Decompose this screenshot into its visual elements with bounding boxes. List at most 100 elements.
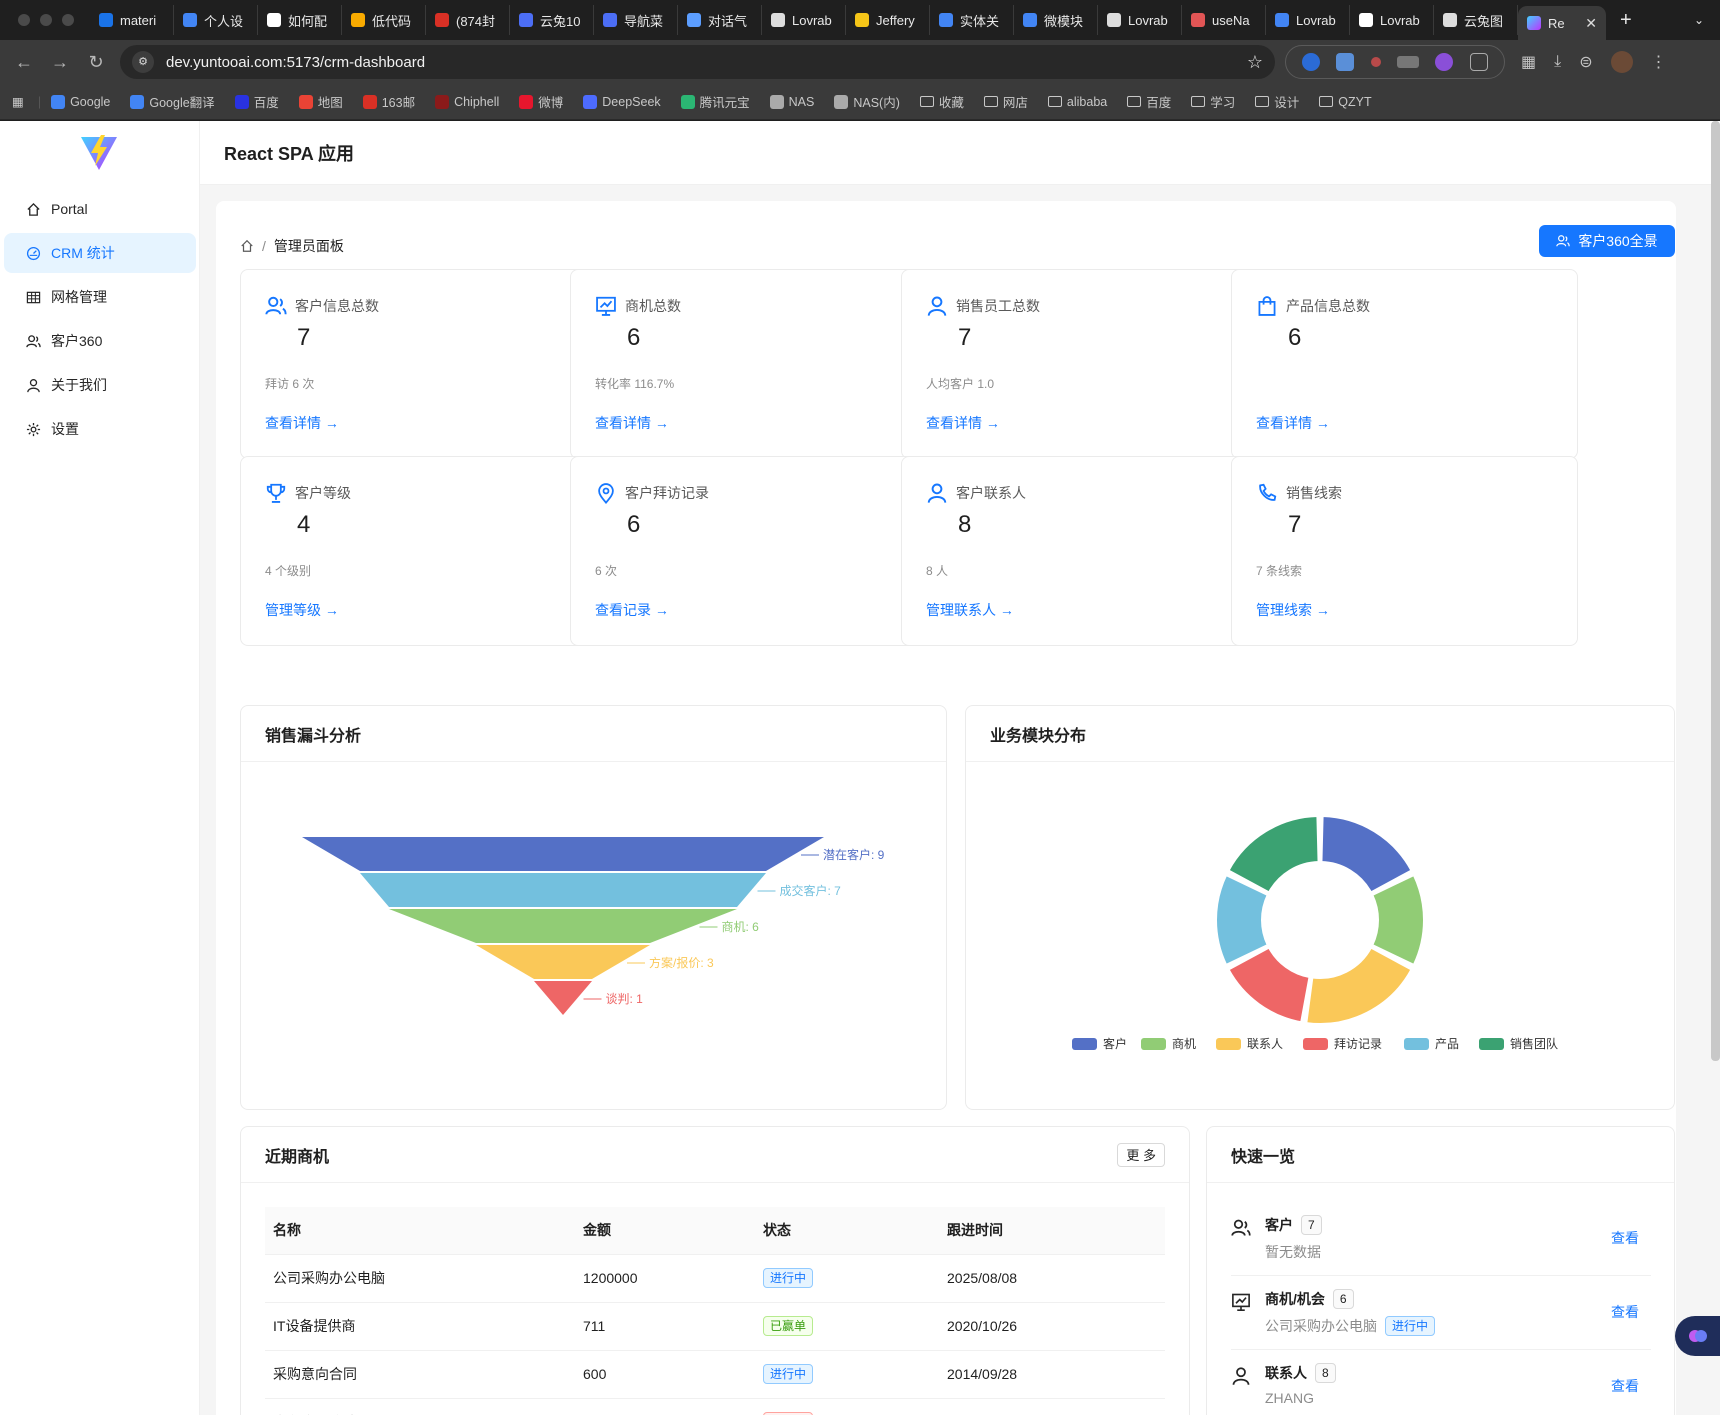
funnel-segment[interactable] (476, 945, 650, 979)
bookmark-folder[interactable]: 网店 (983, 92, 1028, 111)
profile-avatar[interactable] (1610, 51, 1633, 73)
browser-tab[interactable]: 导航菜 (594, 5, 678, 35)
bookmark-item[interactable]: 地图 (298, 92, 343, 111)
bookmark-item[interactable]: Chiphell (435, 94, 499, 109)
sidebar-item-5[interactable]: 设置 (4, 409, 196, 449)
funnel-segment[interactable] (389, 909, 737, 943)
reload-icon[interactable]: ↻ (78, 52, 114, 73)
page-scrollbar[interactable] (1711, 121, 1720, 1061)
forward-arrow-icon[interactable]: → (42, 52, 78, 73)
legend-item[interactable]: 销售团队 (1479, 1036, 1558, 1051)
table-row[interactable]: 公司采购办公电脑 1200000 进行中 2025/08/08 (265, 1254, 1165, 1303)
tab-close-icon[interactable]: ✕ (1585, 15, 1597, 32)
new-tab-button[interactable]: + (1606, 9, 1646, 32)
bookmark-item[interactable]: 163邮 (362, 92, 415, 111)
funnel-segment[interactable] (302, 837, 824, 871)
download-icon[interactable]: ⤓ (1554, 53, 1561, 71)
extensions-puzzle-icon[interactable] (1469, 53, 1488, 71)
bookmark-item[interactable]: DeepSeek (583, 94, 661, 109)
table-row[interactable]: IT设备提供商 711 已赢单 2020/10/26 (265, 1302, 1165, 1351)
site-settings-icon[interactable]: ⚙ (132, 51, 154, 73)
more-button[interactable]: 更 多 (1117, 1142, 1165, 1167)
browser-tab[interactable]: Lovrab (1098, 5, 1182, 35)
stat-detail-link[interactable]: 管理等级 → (265, 600, 339, 620)
quick-item-view-link[interactable]: 查看 (1611, 1302, 1639, 1322)
sidebar-item-3[interactable]: 客户360 (4, 321, 196, 361)
browser-tab[interactable]: Lovrab (1266, 5, 1350, 35)
tab-search-icon[interactable]: ⌄ (1694, 13, 1720, 27)
donut-slice[interactable] (1320, 815, 1413, 894)
table-row[interactable]: 采购意向合同 600 进行中 2014/09/28 (265, 1350, 1165, 1399)
legend-item[interactable]: 拜访记录 (1303, 1037, 1382, 1051)
sidebar-item-4[interactable]: 关于我们 (4, 365, 196, 405)
sidebar-item-1[interactable]: CRM 统计 (4, 233, 196, 273)
sidebar-item-2[interactable]: 网格管理 (4, 277, 196, 317)
bookmark-item[interactable]: 微博 (519, 92, 563, 111)
bookmark-item[interactable]: 腾讯元宝 (680, 92, 750, 111)
bookmark-folder[interactable]: 学习 (1191, 92, 1235, 111)
quick-item-view-link[interactable]: 查看 (1611, 1376, 1639, 1396)
legend-item[interactable]: 产品 (1404, 1037, 1459, 1051)
bookmark-item[interactable]: 百度 (234, 92, 279, 111)
maximize-window-button[interactable] (62, 14, 74, 26)
browser-tab-active[interactable]: Re ✕ (1518, 6, 1606, 40)
customer-360-button[interactable]: 客户360全景 (1539, 225, 1675, 257)
browser-tab[interactable]: 实体关 (930, 5, 1014, 35)
stat-detail-link[interactable]: 查看详情 → (595, 413, 669, 433)
bookmark-folder[interactable]: 收藏 (919, 92, 964, 111)
bookmark-item[interactable]: Google翻译 (130, 92, 215, 111)
browser-tab[interactable]: 对话气 (678, 5, 762, 35)
quick-item-view-link[interactable]: 查看 (1611, 1228, 1639, 1248)
legend-item[interactable]: 联系人 (1216, 1037, 1283, 1051)
address-bar[interactable]: ⚙ dev.yuntooai.com:5173/crm-dashboard ☆ (120, 45, 1275, 79)
bookmark-folder[interactable]: alibaba (1047, 95, 1107, 109)
stat-detail-link[interactable]: 查看记录 → (595, 600, 669, 620)
bookmark-folder[interactable]: QZYT (1319, 95, 1372, 109)
stat-detail-link[interactable]: 管理线索 → (1256, 600, 1330, 620)
donut-slice[interactable] (1305, 946, 1413, 1025)
url-text[interactable]: dev.yuntooai.com:5173/crm-dashboard (166, 54, 1247, 71)
extension-record-icon[interactable] (1370, 57, 1381, 67)
apps-icon[interactable]: ▦ (12, 94, 24, 109)
stat-detail-link[interactable]: 查看详情 → (265, 413, 339, 433)
bookmark-star-icon[interactable]: ☆ (1247, 52, 1263, 73)
stat-detail-link[interactable]: 管理联系人 → (926, 600, 1014, 620)
browser-tab[interactable]: materi (90, 5, 174, 35)
incognito-icon[interactable]: ⊜ (1579, 52, 1592, 72)
browser-tab[interactable]: 云兔图 (1434, 5, 1518, 35)
browser-tab[interactable]: useNa (1182, 5, 1266, 35)
react-devtools-icon[interactable] (1302, 53, 1321, 71)
donut-slice[interactable] (1227, 815, 1320, 894)
stat-detail-link[interactable]: 查看详情 → (926, 413, 1000, 433)
browser-menu-icon[interactable]: ⋮ (1651, 52, 1667, 72)
funnel-segment[interactable] (360, 873, 766, 907)
browser-tab[interactable]: 如何配 (258, 5, 342, 35)
extension-s-icon[interactable] (1336, 53, 1355, 71)
bookmark-item[interactable]: NAS (769, 94, 814, 109)
browser-tab[interactable]: 低代码 (342, 5, 426, 35)
bookmark-item[interactable]: Google (51, 94, 110, 109)
extension-off-icon[interactable] (1397, 56, 1420, 68)
stat-detail-link[interactable]: 查看详情 → (1256, 413, 1330, 433)
browser-tab[interactable]: Lovrab (1350, 5, 1434, 35)
funnel-segment[interactable] (534, 981, 592, 1015)
browser-tab[interactable]: 个人设 (174, 5, 258, 35)
minimize-window-button[interactable] (40, 14, 52, 26)
browser-tab[interactable]: 微模块 (1014, 5, 1098, 35)
browser-tab[interactable]: Jeffery (846, 5, 930, 35)
legend-item[interactable]: 商机 (1141, 1036, 1196, 1051)
browser-tab[interactable]: 云兔10 (510, 5, 594, 35)
sidebar-item-0[interactable]: Portal (4, 189, 196, 229)
table-row[interactable]: 商务合作洽谈500已输单2015/06/28 (265, 1398, 1165, 1415)
browser-tab[interactable]: (874封 (426, 5, 510, 35)
browser-tab[interactable]: Lovrab (762, 5, 846, 35)
bookmark-folder[interactable]: 百度 (1127, 92, 1171, 111)
bookmark-folder[interactable]: 设计 (1255, 92, 1299, 111)
extension-brain-icon[interactable] (1435, 53, 1454, 71)
home-icon[interactable] (240, 239, 254, 253)
bookmark-item[interactable]: NAS(内) (834, 92, 900, 111)
apps-grid-icon[interactable]: ▦ (1521, 52, 1536, 72)
back-arrow-icon[interactable]: ← (6, 52, 42, 73)
close-window-button[interactable] (18, 14, 30, 26)
legend-item[interactable]: 客户 (1072, 1036, 1127, 1051)
